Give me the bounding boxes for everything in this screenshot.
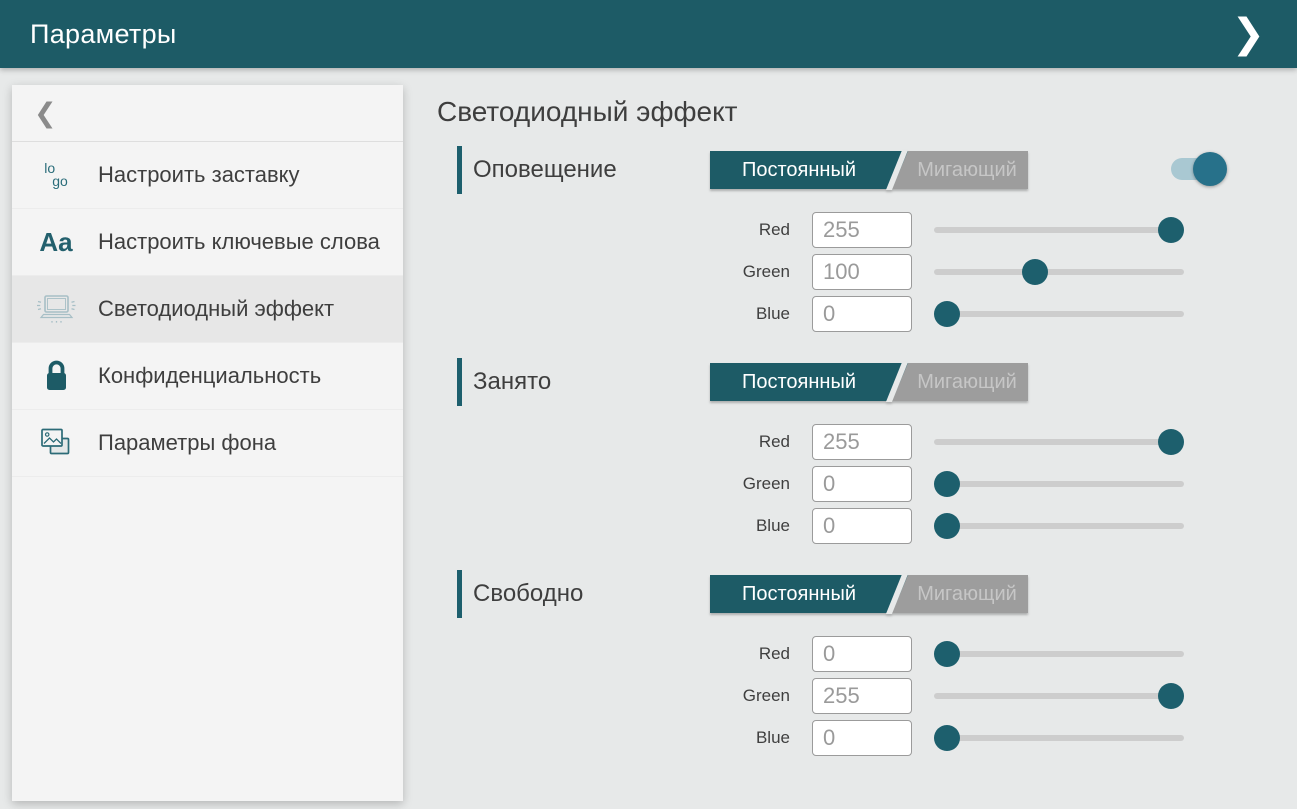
sidebar-item-privacy[interactable]: Конфиденциальность [12, 343, 403, 410]
page-title: Параметры [30, 19, 177, 50]
section-free: Свободно Мигающий Постоянный Red Green [437, 570, 1297, 756]
channel-label: Blue [705, 728, 790, 748]
slider-thumb[interactable] [934, 641, 960, 667]
chevron-left-icon: ❮ [34, 98, 57, 129]
sidebar-item-label: Конфиденциальность [98, 362, 321, 390]
blue-slider[interactable] [934, 735, 1184, 741]
section-busy: Занято Мигающий Постоянный Red Green [437, 358, 1297, 544]
slider-thumb[interactable] [1022, 259, 1048, 285]
panel-title: Светодиодный эффект [437, 96, 1297, 128]
channel-label: Red [705, 220, 790, 240]
channel-row-red: Red [705, 635, 1297, 672]
blue-value-input[interactable] [812, 296, 912, 332]
channel-row-green: Green [705, 253, 1297, 290]
mode-segmented-control: Мигающий Постоянный [710, 151, 1028, 189]
slider-thumb[interactable] [934, 471, 960, 497]
sidebar-item-label: Настроить ключевые слова [98, 228, 380, 256]
mode-constant-button[interactable]: Постоянный [710, 363, 908, 401]
app-header: Параметры ❯ [0, 0, 1297, 68]
slider-thumb[interactable] [934, 725, 960, 751]
channel-row-blue: Blue [705, 295, 1297, 332]
led-effect-panel: Светодиодный эффект Оповещение Мигающий … [437, 96, 1297, 809]
mode-blinking-button[interactable]: Мигающий [892, 151, 1028, 189]
red-slider[interactable] [934, 439, 1184, 445]
background-images-icon [32, 427, 80, 459]
slider-thumb[interactable] [1158, 683, 1184, 709]
section-label: Оповещение [473, 146, 617, 194]
green-value-input[interactable] [812, 466, 912, 502]
green-value-input[interactable] [812, 678, 912, 714]
section-accent-bar [457, 358, 462, 406]
sidebar-item-background[interactable]: Параметры фона [12, 410, 403, 477]
slider-thumb[interactable] [934, 513, 960, 539]
red-slider[interactable] [934, 651, 1184, 657]
mode-segmented-control: Мигающий Постоянный [710, 575, 1028, 613]
mode-blinking-button[interactable]: Мигающий [892, 575, 1028, 613]
section-accent-bar [457, 146, 462, 194]
slider-thumb[interactable] [934, 301, 960, 327]
blue-value-input[interactable] [812, 720, 912, 756]
channel-label: Green [705, 474, 790, 494]
mode-constant-button[interactable]: Постоянный [710, 575, 908, 613]
section-accent-bar [457, 570, 462, 618]
sidebar-item-label: Настроить заставку [98, 161, 300, 189]
logo-icon: logo [32, 162, 80, 189]
channel-label: Red [705, 644, 790, 664]
chevron-right-icon[interactable]: ❯ [1231, 14, 1267, 54]
toggle-thumb[interactable] [1193, 152, 1227, 186]
channel-row-red: Red [705, 211, 1297, 248]
led-display-icon [32, 291, 80, 327]
green-slider[interactable] [934, 269, 1184, 275]
sidebar-item-screensaver[interactable]: logo Настроить заставку [12, 142, 403, 209]
section-label: Свободно [473, 570, 583, 618]
channel-row-green: Green [705, 677, 1297, 714]
channel-label: Blue [705, 304, 790, 324]
sidebar-item-label: Параметры фона [98, 429, 276, 457]
section-alert: Оповещение Мигающий Постоянный Red Green [437, 146, 1297, 332]
alert-enabled-toggle[interactable] [1171, 151, 1227, 187]
mode-constant-button[interactable]: Постоянный [710, 151, 908, 189]
channel-label: Red [705, 432, 790, 452]
sidebar-back-button[interactable]: ❮ [12, 85, 403, 142]
channel-row-blue: Blue [705, 507, 1297, 544]
blue-slider[interactable] [934, 523, 1184, 529]
channel-row-blue: Blue [705, 719, 1297, 756]
red-value-input[interactable] [812, 424, 912, 460]
green-slider[interactable] [934, 693, 1184, 699]
green-value-input[interactable] [812, 254, 912, 290]
green-slider[interactable] [934, 481, 1184, 487]
red-value-input[interactable] [812, 212, 912, 248]
mode-segmented-control: Мигающий Постоянный [710, 363, 1028, 401]
sidebar-item-label: Светодиодный эффект [98, 295, 334, 323]
channel-label: Green [705, 262, 790, 282]
section-label: Занято [473, 358, 551, 406]
sidebar-item-keywords[interactable]: Aa Настроить ключевые слова [12, 209, 403, 276]
mode-blinking-button[interactable]: Мигающий [892, 363, 1028, 401]
blue-slider[interactable] [934, 311, 1184, 317]
blue-value-input[interactable] [812, 508, 912, 544]
red-value-input[interactable] [812, 636, 912, 672]
slider-thumb[interactable] [1158, 429, 1184, 455]
slider-thumb[interactable] [1158, 217, 1184, 243]
settings-sidebar: ❮ logo Настроить заставку Aa Настроить к… [12, 85, 403, 801]
sidebar-item-led-effect[interactable]: Светодиодный эффект [12, 276, 403, 343]
channel-row-green: Green [705, 465, 1297, 502]
text-aa-icon: Aa [32, 227, 80, 258]
channel-row-red: Red [705, 423, 1297, 460]
lock-icon [32, 360, 80, 392]
red-slider[interactable] [934, 227, 1184, 233]
channel-label: Blue [705, 516, 790, 536]
channel-label: Green [705, 686, 790, 706]
